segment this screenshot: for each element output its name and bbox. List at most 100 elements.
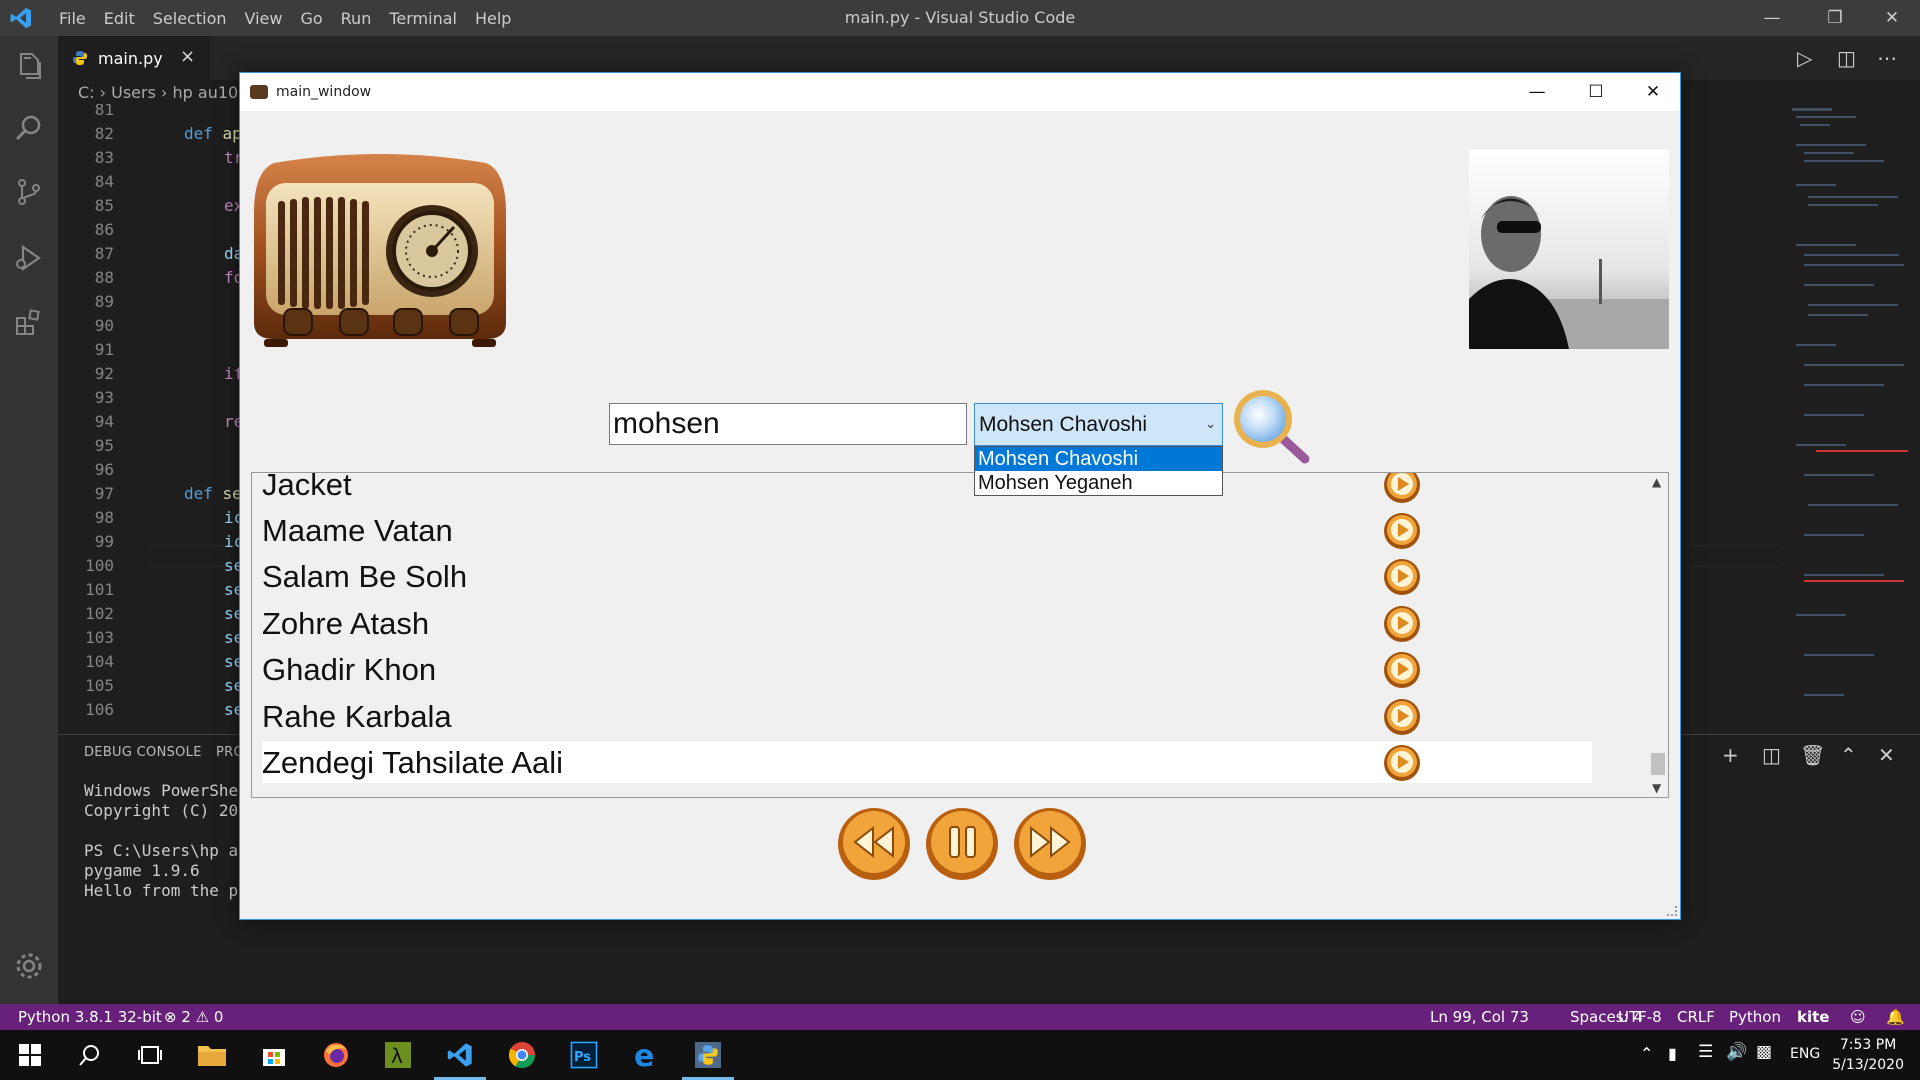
split-editor-icon[interactable]: ◫ (1837, 46, 1856, 70)
scrollbar-thumb[interactable] (1651, 753, 1665, 775)
notifications-icon[interactable]: 🔔 (1886, 1008, 1905, 1026)
menu-selection[interactable]: Selection (144, 9, 236, 28)
problems-count[interactable]: ⊗ 2 ⚠ 0 (164, 1008, 223, 1026)
song-row[interactable]: Salam Be Solh (262, 555, 1592, 597)
app-close-icon[interactable]: ✕ (1624, 77, 1682, 107)
feedback-icon[interactable]: ☺ (1850, 1008, 1866, 1026)
kite-status[interactable]: kite (1797, 1008, 1829, 1026)
python-app-taskbar-icon[interactable] (682, 1038, 734, 1080)
app-maximize-icon[interactable]: ☐ (1567, 77, 1625, 107)
windows-taskbar: λ Ps e ⌃ ▮ ☰ 🔊 ▩ ENG 7:53 PM 5/13/2020 (0, 1030, 1920, 1080)
play-song-icon[interactable] (1383, 512, 1421, 550)
play-song-icon[interactable] (1383, 698, 1421, 736)
show-hidden-icons-icon[interactable]: ⌃ (1640, 1044, 1653, 1063)
python-file-icon (73, 51, 87, 65)
more-actions-icon[interactable]: ⋯ (1877, 46, 1897, 70)
menu-run[interactable]: Run (332, 9, 381, 28)
song-row[interactable]: Rahe Karbala (262, 695, 1592, 737)
store-icon[interactable] (256, 1038, 292, 1072)
scroll-up-icon[interactable]: ▲ (1652, 475, 1661, 489)
song-row[interactable]: Ghadir Khon (262, 648, 1592, 690)
edge-icon[interactable]: e (628, 1038, 664, 1072)
magnifier-search-icon[interactable] (1229, 385, 1311, 467)
terminal-output[interactable]: Windows PowerShel Copyright (C) 201 PS C… (84, 781, 248, 901)
scroll-down-icon[interactable]: ▼ (1652, 781, 1661, 795)
network-icon[interactable]: ☰ (1698, 1042, 1713, 1062)
system-clock[interactable]: 7:53 PM 5/13/2020 (1832, 1035, 1904, 1075)
app-minimize-icon[interactable]: — (1508, 77, 1566, 107)
menu-go[interactable]: Go (291, 9, 331, 28)
tab-debug-console[interactable]: DEBUG CONSOLE (84, 745, 202, 760)
search-input[interactable]: mohsen (609, 403, 967, 445)
close-icon[interactable]: ✕ (1872, 4, 1912, 32)
next-track-icon[interactable] (1011, 806, 1089, 882)
source-control-icon[interactable] (13, 176, 45, 208)
action-center-icon[interactable]: ▩ (1756, 1042, 1772, 1062)
vscode-taskbar-icon[interactable] (434, 1038, 486, 1080)
close-panel-icon[interactable]: ✕ (1878, 743, 1895, 767)
volume-icon[interactable]: 🔊 (1726, 1042, 1747, 1062)
firefox-icon[interactable] (318, 1038, 354, 1072)
lambda-app-icon[interactable]: λ (380, 1038, 416, 1072)
breadcrumb[interactable]: C: › Users › hp au105 (78, 83, 248, 102)
pause-icon[interactable] (923, 806, 1001, 882)
task-view-icon[interactable] (132, 1038, 168, 1072)
taskbar-search-icon[interactable] (72, 1038, 108, 1072)
play-song-icon[interactable] (1383, 651, 1421, 689)
gear-icon[interactable] (13, 950, 45, 982)
song-row[interactable]: Jacket (262, 472, 1592, 505)
chevron-down-icon[interactable]: ⌄ (1205, 416, 1216, 432)
trash-icon[interactable]: 🗑 (1800, 743, 1825, 767)
encoding[interactable]: UTF-8 (1618, 1008, 1662, 1026)
artist-combobox[interactable]: Mohsen Chavoshi ⌄ (974, 403, 1223, 446)
line-number: 86 (94, 220, 114, 239)
artist-dropdown-list[interactable]: Mohsen Chavoshi Mohsen Yeganeh (974, 446, 1223, 496)
battery-icon[interactable]: ▮ (1668, 1044, 1677, 1063)
run-debug-icon[interactable] (13, 242, 45, 274)
python-interpreter[interactable]: Python 3.8.1 32-bit (18, 1008, 162, 1026)
explorer-icon[interactable] (13, 50, 45, 82)
dropdown-option[interactable]: Mohsen Chavoshi (975, 447, 1222, 471)
windows-start-icon[interactable] (12, 1038, 48, 1072)
line-number: 102 (85, 604, 114, 623)
line-number: 89 (94, 292, 114, 311)
extensions-icon[interactable] (13, 306, 45, 338)
menu-terminal[interactable]: Terminal (380, 9, 466, 28)
menu-help[interactable]: Help (466, 9, 520, 28)
menu-view[interactable]: View (236, 9, 292, 28)
song-row[interactable]: Zendegi Tahsilate Aali (262, 741, 1592, 783)
search-icon[interactable] (13, 112, 45, 144)
vscode-logo-icon (10, 8, 31, 28)
tab-close-icon[interactable]: × (180, 46, 195, 67)
maximize-panel-icon[interactable]: ⌃ (1840, 743, 1857, 767)
resize-grip[interactable] (1667, 906, 1677, 916)
menu-file[interactable]: File (50, 9, 95, 28)
run-python-file-icon[interactable]: ▷ (1797, 46, 1812, 70)
end-of-line[interactable]: CRLF (1677, 1008, 1715, 1026)
file-explorer-icon[interactable] (194, 1038, 230, 1072)
dropdown-option[interactable]: Mohsen Yeganeh (975, 471, 1222, 495)
play-song-icon[interactable] (1383, 472, 1421, 504)
play-song-icon[interactable] (1383, 744, 1421, 782)
previous-track-icon[interactable] (835, 806, 913, 882)
minimap[interactable] (1780, 104, 1908, 734)
play-song-icon[interactable] (1383, 605, 1421, 643)
minimize-icon[interactable]: — (1752, 4, 1792, 32)
song-row[interactable]: Maame Vatan (262, 509, 1592, 551)
line-number: 84 (94, 172, 114, 191)
song-row[interactable]: Zohre Atash (262, 602, 1592, 644)
input-language[interactable]: ENG (1790, 1046, 1820, 1062)
song-list-scrollbar[interactable]: ▲ ▼ (1648, 473, 1668, 797)
chrome-icon[interactable] (504, 1038, 540, 1072)
split-terminal-icon[interactable]: ◫ (1762, 743, 1781, 767)
restore-icon[interactable]: ❐ (1815, 4, 1855, 32)
cursor-position[interactable]: Ln 99, Col 73 (1430, 1008, 1529, 1026)
svg-text:Ps: Ps (574, 1050, 591, 1065)
photoshop-icon[interactable]: Ps (566, 1038, 602, 1072)
tab-main-py[interactable]: main.py × (58, 36, 210, 80)
menu-edit[interactable]: Edit (95, 9, 144, 28)
new-terminal-icon[interactable]: + (1722, 743, 1739, 767)
play-song-icon[interactable] (1383, 558, 1421, 596)
language-mode[interactable]: Python (1729, 1008, 1781, 1026)
song-list[interactable]: Jacket Maame Vatan Salam Be Solh Zohre Atas… (251, 472, 1669, 798)
